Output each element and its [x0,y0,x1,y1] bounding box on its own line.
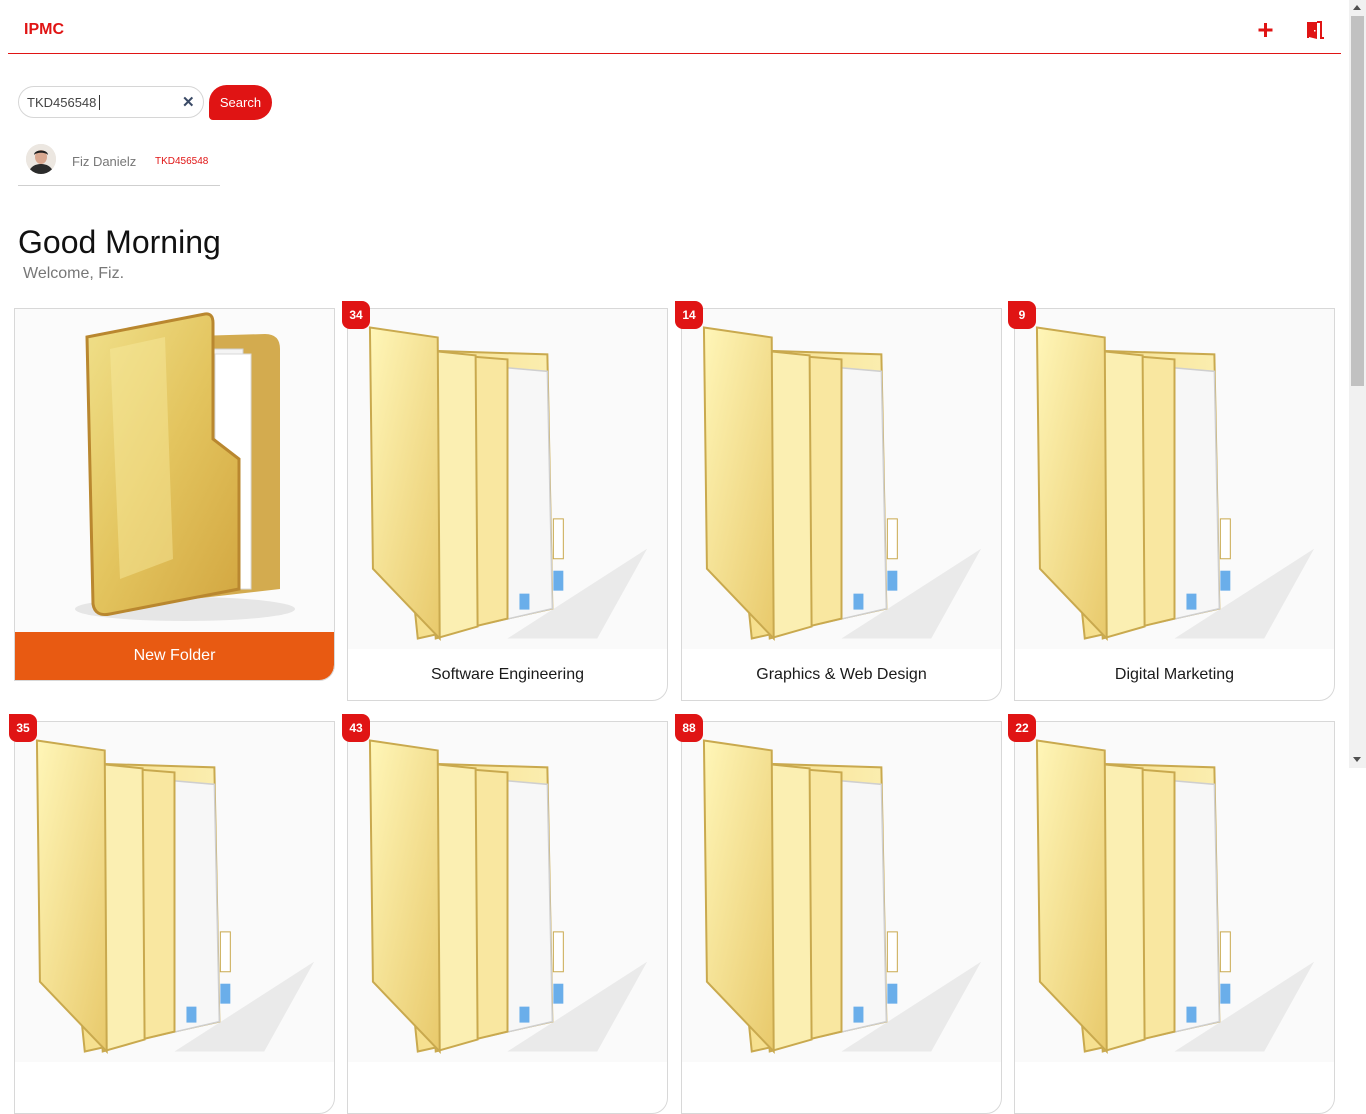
folder-card[interactable] [14,721,335,1114]
top-navbar: IPMC [8,0,1341,54]
folder-icon [1015,722,1334,1062]
folder-count-badge: 34 [342,301,370,329]
folder-count-badge: 9 [1008,301,1036,329]
close-icon[interactable]: ✕ [182,94,195,112]
folder-icon [348,722,667,1062]
new-folder-button[interactable]: New Folder [15,632,334,680]
folder-icon [682,309,1001,649]
result-name: Fiz Danielz [72,154,137,169]
folder-count-badge: 35 [9,714,37,742]
search-input[interactable] [27,93,177,111]
result-id: TKD456548 [155,156,209,167]
avatar [26,144,56,174]
folder-card-digital-marketing[interactable]: Digital Marketing [1014,308,1335,701]
door-exit-icon[interactable] [1304,19,1326,41]
text-caret [99,95,100,110]
folder-card[interactable] [681,721,1002,1114]
plus-icon[interactable] [1257,19,1275,41]
page-title: Good Morning [18,224,221,260]
folder-icon [1015,309,1334,649]
folder-name: Graphics & Web Design [756,666,927,683]
page-scrollbar[interactable] [1349,0,1366,768]
folder-icon [348,309,667,649]
folder-icon [682,722,1001,1062]
scroll-thumb[interactable] [1351,16,1364,386]
brand-logo[interactable]: IPMC [24,21,64,39]
search-result-item[interactable]: Fiz Danielz TKD456548 [18,138,220,186]
search-button[interactable]: Search [209,85,272,120]
folder-card-graphics-web-design[interactable]: Graphics & Web Design [681,308,1002,701]
new-folder-image [15,309,334,632]
folder-count-badge: 22 [1008,714,1036,742]
folder-name: Digital Marketing [1114,666,1235,683]
search-field[interactable]: ✕ [18,86,204,118]
scroll-down-arrow[interactable] [1353,757,1361,762]
folder-card[interactable] [1014,721,1335,1114]
folder-card-software-engineering[interactable]: Software Engineering [347,308,668,701]
folder-name: Software Engineering [431,666,584,683]
folder-icon [15,722,334,1062]
folder-count-badge: 88 [675,714,703,742]
new-folder-label: New Folder [133,647,216,664]
folder-card[interactable] [347,721,668,1114]
folder-count-badge: 43 [342,714,370,742]
new-folder-card[interactable]: New Folder [14,308,335,681]
scroll-up-arrow[interactable] [1353,5,1361,10]
welcome-text: Welcome, Fiz. [23,265,125,282]
folder-count-badge: 14 [675,301,703,329]
